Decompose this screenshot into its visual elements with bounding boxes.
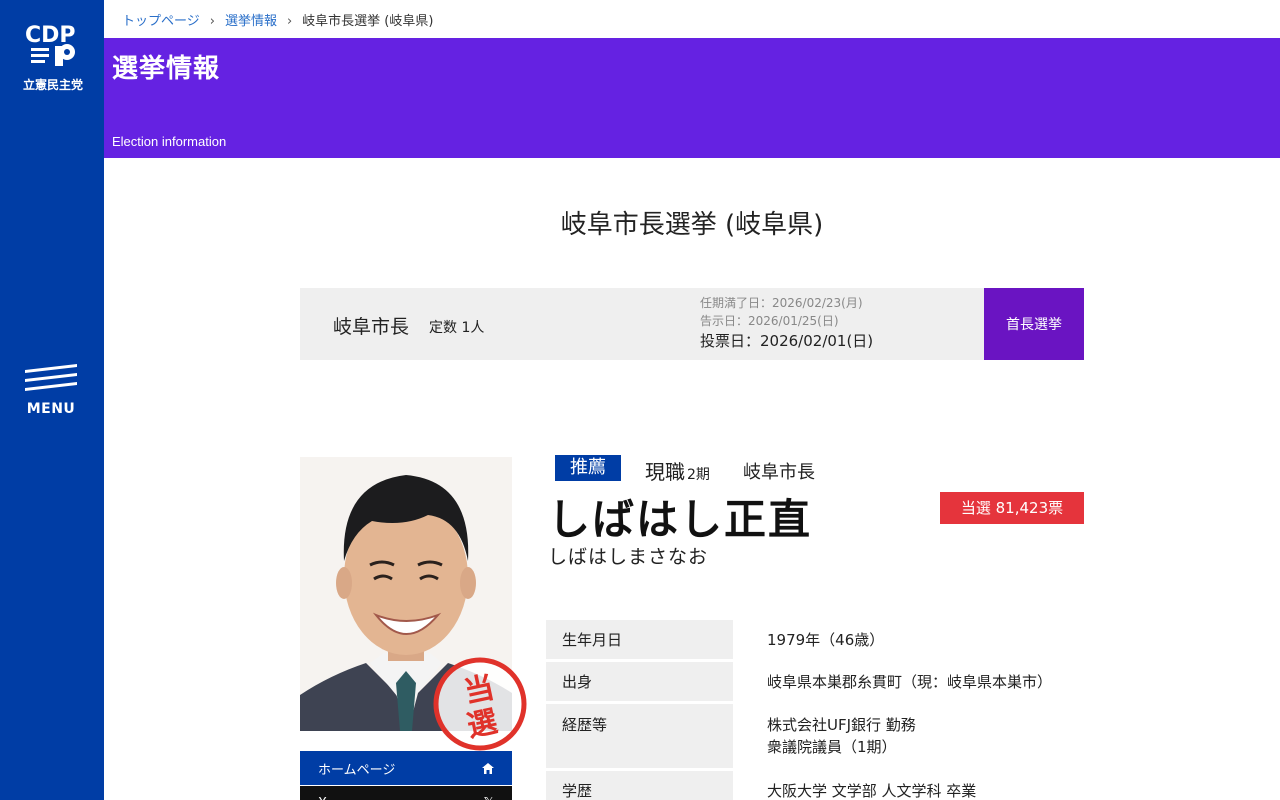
- page-title: 岐阜市長選挙 (岐阜県): [560, 210, 824, 240]
- profile-row-education: 学歴 大阪大学 文学部 人文学科 卒業: [546, 771, 1084, 800]
- hero-subtitle: Election information: [112, 134, 227, 149]
- profile-row-birthdate: 生年月日 1979年（46歳）: [546, 620, 1084, 659]
- candidate-office: 岐阜市長: [743, 462, 815, 483]
- announce-date: 告示日：2026/01/25(日): [700, 314, 839, 328]
- candidate-kana: しばはしまさなお: [548, 546, 709, 568]
- profile-row-career: 経歴等 株式会社UFJ銀行 勤務 衆議院議員（1期）: [546, 704, 1084, 768]
- election-result-badge: 当選 81,423票: [940, 492, 1084, 524]
- profile-row-hometown: 出身 岐阜県本巣郡糸貫町（現：岐阜県本巣市）: [546, 662, 1084, 701]
- menu-label: MENU: [26, 401, 76, 417]
- breadcrumb: トップページ › 選挙情報 › 岐阜市長選挙 (岐阜県): [122, 10, 433, 29]
- profile-label: 生年月日: [546, 620, 733, 659]
- term-count: 2期: [687, 467, 710, 483]
- x-icon: 𝕏: [484, 796, 494, 800]
- profile-value: 株式会社UFJ銀行 勤務 衆議院議員（1期）: [733, 704, 1084, 768]
- home-icon: [482, 762, 494, 774]
- sidebar: CDP 立憲民主党 MENU: [0, 0, 104, 800]
- status-label: 現職: [645, 460, 685, 484]
- x-link-label: X: [318, 796, 327, 800]
- profile-value: 岐阜県本巣郡糸貫町（現：岐阜県本巣市）: [767, 673, 1053, 691]
- profile-label: 学歴: [546, 771, 733, 800]
- election-type-button[interactable]: 首長選挙: [984, 288, 1084, 360]
- incumbent-status: 現職 2期: [645, 456, 710, 485]
- candidate-name: しばはし正直: [548, 495, 813, 544]
- menu-button[interactable]: MENU: [20, 362, 82, 422]
- homepage-link[interactable]: ホームページ: [300, 751, 512, 785]
- party-name: 立憲民主党: [22, 78, 83, 92]
- chevron-right-icon: ›: [286, 14, 293, 29]
- election-dates: 任期満了日：2026/02/23(月) 告示日：2026/01/25(日) 投票…: [700, 294, 873, 350]
- hero-title: 選挙情報: [112, 54, 221, 84]
- breadcrumb-current: 岐阜市長選挙 (岐阜県): [302, 14, 434, 29]
- career-line-2: 衆議院議員（1期）: [767, 738, 897, 756]
- profile-table: 生年月日 1979年（46歳） 出身 岐阜県本巣郡糸貫町（現：岐阜県本巣市） 経…: [546, 620, 1084, 800]
- breadcrumb-election-info[interactable]: 選挙情報: [225, 14, 277, 29]
- profile-value: 大阪大学 文学部 人文学科 卒業: [767, 782, 977, 800]
- endorsement-badge: 推薦: [555, 455, 621, 481]
- menu-icon: [25, 364, 77, 391]
- election-summary: 岐阜市長 定数 1人 任期満了日：2026/02/23(月) 告示日：2026/…: [300, 288, 1084, 360]
- profile-label: 経歴等: [546, 704, 733, 768]
- profile-value: 1979年（46歳）: [767, 631, 885, 649]
- hero-banner: 選挙情報 Election information: [104, 38, 1280, 158]
- x-link[interactable]: X 𝕏: [300, 786, 512, 800]
- profile-label: 出身: [546, 662, 733, 701]
- chevron-right-icon: ›: [209, 14, 215, 29]
- elected-stamp: 当 選: [433, 657, 527, 751]
- career-line-1: 株式会社UFJ銀行 勤務: [767, 716, 916, 734]
- vote-date: 投票日：2026/02/01(日): [700, 332, 874, 350]
- cdp-logo-mark: CDP: [25, 23, 76, 66]
- homepage-link-label: ホームページ: [318, 762, 396, 778]
- election-seats: 定数 1人: [429, 320, 485, 336]
- breadcrumb-top[interactable]: トップページ: [122, 14, 200, 29]
- term-end-date: 任期満了日：2026/02/23(月): [700, 296, 863, 310]
- election-office: 岐阜市長: [333, 316, 410, 338]
- party-logo[interactable]: CDP 立憲民主党: [20, 22, 86, 92]
